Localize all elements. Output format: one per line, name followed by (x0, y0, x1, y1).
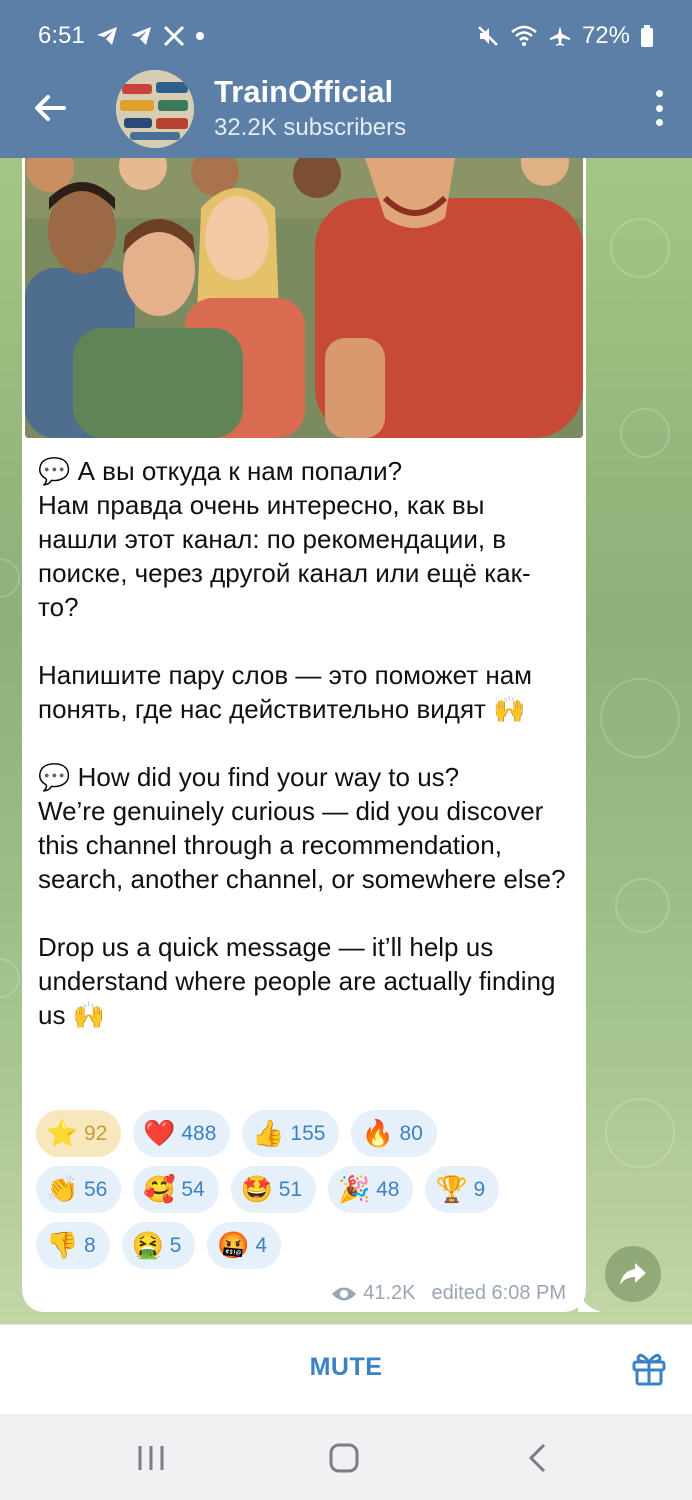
eye-icon (332, 1287, 357, 1300)
reaction-count: 48 (376, 1177, 400, 1201)
reaction-trophy[interactable]: 🏆 9 (425, 1166, 500, 1213)
party-popper-icon: 🎉 (338, 1174, 371, 1205)
thumbs-up-icon: 👍 (252, 1118, 285, 1149)
back-nav-icon[interactable] (526, 1440, 550, 1476)
post-text: 💬 А вы откуда к нам попали? Нам правда о… (38, 456, 566, 1030)
reaction-star[interactable]: ⭐ 92 (36, 1110, 122, 1157)
view-counter: 41.2K (331, 1282, 415, 1305)
telegram-icon (95, 25, 119, 47)
reaction-vomit[interactable]: 🤮 5 (121, 1222, 196, 1269)
airplane-icon (548, 24, 572, 48)
post-image[interactable] (25, 158, 583, 438)
smiling-hearts-icon: 🥰 (143, 1174, 176, 1205)
channel-avatar[interactable] (116, 70, 194, 148)
wifi-icon (510, 24, 538, 48)
reaction-count: 155 (290, 1121, 326, 1145)
mute-button[interactable]: MUTE (0, 1353, 692, 1382)
subscriber-count: 32.2K subscribers (214, 114, 407, 141)
reaction-count: 4 (255, 1233, 268, 1257)
reaction-count: 8 (84, 1233, 96, 1257)
back-arrow-icon[interactable] (30, 88, 70, 128)
heart-icon: ❤️ (143, 1118, 176, 1149)
gift-icon[interactable] (630, 1349, 668, 1387)
reaction-count: 56 (84, 1177, 108, 1201)
reaction-thumbs-up[interactable]: 👍 155 (242, 1110, 340, 1157)
clap-icon: 👏 (46, 1174, 79, 1205)
reaction-heart[interactable]: ❤️ 488 (133, 1110, 231, 1157)
reaction-thumbs-down[interactable]: 👎 8 (36, 1222, 110, 1269)
battery-percent: 72% (581, 22, 630, 49)
share-button[interactable] (605, 1246, 661, 1302)
channel-title[interactable]: TrainOfficial (214, 74, 393, 110)
reaction-party[interactable]: 🎉 48 (328, 1166, 414, 1213)
status-bar: 6:51 72% (38, 18, 654, 54)
star-icon: ⭐ (46, 1118, 79, 1149)
reaction-star-struck[interactable]: 🤩 51 (230, 1166, 317, 1213)
reaction-fire[interactable]: 🔥 80 (351, 1110, 437, 1157)
reaction-count: 9 (473, 1177, 486, 1201)
bottom-action-bar: MUTE (0, 1324, 692, 1414)
post-meta: 41.2K edited 6:08 PM (331, 1282, 566, 1305)
status-time: 6:51 (38, 22, 85, 49)
reactions-row: 👏 56 🥰 54 🤩 51 🎉 48 🏆 9 (36, 1166, 576, 1213)
reactions-row: 👎 8 🤮 5 🤬 4 (36, 1222, 576, 1269)
view-count: 41.2K (363, 1282, 416, 1304)
more-options-icon[interactable] (654, 90, 664, 126)
reaction-count: 51 (278, 1177, 303, 1201)
home-icon[interactable] (328, 1440, 360, 1476)
reaction-cursing[interactable]: 🤬 4 (207, 1222, 282, 1269)
star-struck-icon: 🤩 (240, 1174, 274, 1205)
reaction-count: 92 (84, 1121, 108, 1145)
reaction-count: 488 (181, 1121, 217, 1145)
thumbs-down-icon: 👎 (46, 1230, 79, 1261)
telegram-icon (129, 25, 153, 47)
channel-post[interactable]: 💬 А вы откуда к нам попали? Нам правда о… (22, 158, 586, 1312)
cursing-face-icon: 🤬 (217, 1230, 250, 1261)
vomiting-face-icon: 🤮 (131, 1230, 165, 1261)
reaction-clap[interactable]: 👏 56 (36, 1166, 122, 1213)
reaction-count: 5 (169, 1233, 182, 1257)
trophy-icon: 🏆 (435, 1174, 468, 1205)
reactions-row: ⭐ 92 ❤️ 488 👍 155 🔥 80 (36, 1110, 576, 1157)
reaction-count: 80 (399, 1121, 423, 1145)
mute-icon (476, 24, 500, 48)
chat-header: 6:51 72% TrainOfficial 32.2K subscribers (0, 0, 692, 158)
reaction-count: 54 (181, 1177, 205, 1201)
x-icon (163, 25, 185, 47)
reactions-panel: ⭐ 92 ❤️ 488 👍 155 🔥 80 👏 56 🥰 54 🤩 51 🎉 … (36, 1110, 576, 1278)
battery-icon (640, 24, 654, 48)
reaction-smiling-hearts[interactable]: 🥰 54 (133, 1166, 219, 1213)
share-arrow-icon (620, 1263, 646, 1285)
dot-icon (195, 31, 205, 41)
system-nav-bar (0, 1414, 692, 1500)
edited-timestamp: edited 6:08 PM (431, 1282, 566, 1304)
fire-icon: 🔥 (361, 1118, 394, 1149)
recent-apps-icon[interactable] (136, 1440, 166, 1476)
